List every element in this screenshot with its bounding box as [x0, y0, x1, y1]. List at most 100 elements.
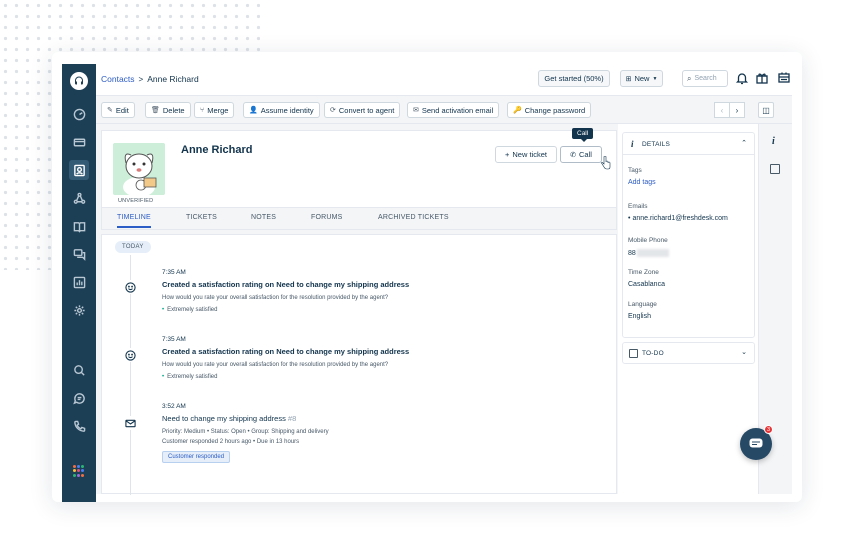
tickets-icon[interactable]: [69, 132, 89, 152]
previous-contact-button[interactable]: ‹: [714, 102, 730, 118]
breadcrumb-contacts-link[interactable]: Contacts: [101, 74, 135, 84]
tags-field: Tags Add tags: [628, 167, 656, 186]
delete-label: Delete: [162, 105, 185, 115]
details-header[interactable]: i DETAILS ⌃: [623, 133, 754, 155]
action-bar: ✎ Edit 🗑 Delete ⑂ Merge 👤 Assume identity ⟳ C…: [96, 96, 792, 124]
dashboard-icon[interactable]: [69, 104, 89, 124]
timeline-date-badge: TODAY: [115, 241, 151, 253]
chevron-up-icon: ⌃: [741, 140, 747, 147]
event-answer: • Extremely satisfied: [162, 374, 218, 380]
contact-avatar: [113, 143, 165, 195]
freshdesk-logo-icon[interactable]: [70, 72, 88, 90]
search-placeholder: Search: [694, 75, 717, 82]
new-label: New: [634, 74, 650, 83]
tab-tickets[interactable]: TICKETS: [186, 214, 217, 221]
event-title[interactable]: Created a satisfaction rating on Need to…: [162, 347, 602, 356]
breadcrumb-current: Anne Richard: [147, 74, 199, 84]
contact-main-area: UNVERIFIED Anne Richard + New ticket ✆ Cal…: [96, 124, 618, 495]
info-icon: i: [631, 139, 634, 149]
gift-icon[interactable]: [755, 71, 769, 85]
merge-button[interactable]: ⑂ Merge: [194, 102, 235, 118]
contacts-icon[interactable]: [69, 160, 89, 180]
event-answer-text: Extremely satisfied: [167, 374, 218, 380]
tab-timeline[interactable]: TIMELINE: [117, 214, 151, 228]
key-icon: 🔑: [513, 107, 522, 114]
forums-icon[interactable]: [69, 244, 89, 264]
user-icon: 👤: [249, 107, 258, 114]
admin-icon[interactable]: [69, 300, 89, 320]
new-button[interactable]: ⊞ New ▼: [620, 70, 663, 87]
merge-icon: ⑂: [200, 106, 205, 114]
edit-label: Edit: [115, 105, 129, 115]
social-icon[interactable]: [69, 188, 89, 208]
add-tags-link[interactable]: Add tags: [628, 179, 656, 186]
plus-icon: +: [505, 150, 510, 159]
call-tooltip: Call: [572, 128, 594, 142]
tab-archived-tickets[interactable]: ARCHIVED TICKETS: [378, 214, 449, 221]
ticket-title[interactable]: Need to change my shipping address #8: [162, 414, 602, 423]
language-value: English: [628, 313, 651, 320]
timeline-event: 7:35 AM Created a satisfaction rating on…: [162, 336, 602, 380]
ticket-title-text: Need to change my shipping address: [162, 414, 286, 423]
mail-icon: ✉: [413, 107, 419, 114]
call-label: Call: [578, 150, 592, 159]
contact-header-card: UNVERIFIED Anne Richard + New ticket ✆ Cal…: [101, 130, 617, 230]
panel-toggle-button[interactable]: ◫: [758, 102, 774, 118]
mobile-value: 88: [628, 249, 669, 257]
event-title[interactable]: Created a satisfaction rating on Need to…: [162, 280, 602, 289]
reports-icon[interactable]: [69, 272, 89, 292]
send-activation-email-button[interactable]: ✉ Send activation email: [407, 102, 500, 118]
call-button[interactable]: ✆ Call: [560, 146, 602, 163]
event-answer: • Extremely satisfied: [162, 307, 218, 313]
event-question: How would you rate your overall satisfac…: [162, 295, 389, 301]
assume-identity-label: Assume identity: [260, 105, 314, 115]
status-badge: Customer responded: [162, 451, 231, 463]
chat-icon[interactable]: [69, 388, 89, 408]
mobile-label: Mobile Phone: [628, 237, 668, 244]
phone-icon[interactable]: [69, 416, 89, 436]
breadcrumb-separator: >: [138, 75, 144, 84]
verification-status: UNVERIFIED: [118, 198, 154, 204]
envelope-icon: [123, 416, 137, 430]
plus-square-icon: ⊞: [625, 75, 632, 83]
solutions-icon[interactable]: [69, 216, 89, 236]
todo-panel[interactable]: TO-DO ⌄: [622, 342, 755, 364]
app-window: Contacts > Anne Richard Get started (50%) …: [52, 52, 802, 502]
contact-name: Anne Richard: [181, 144, 253, 156]
freshcaller-icon[interactable]: [69, 360, 89, 380]
new-ticket-button[interactable]: + New ticket: [495, 146, 557, 163]
phone-icon: ✆: [570, 151, 576, 159]
chevron-down-icon: ⌄: [741, 349, 747, 356]
smiley-icon: [123, 280, 137, 294]
event-time: 3:52 AM: [162, 403, 186, 410]
delete-button[interactable]: 🗑 Delete: [145, 102, 191, 118]
timezone-value: Casablanca: [628, 281, 665, 288]
smiley-icon: [123, 348, 137, 362]
next-contact-button[interactable]: ›: [729, 102, 745, 118]
assume-identity-button[interactable]: 👤 Assume identity: [243, 102, 320, 118]
mobile-field: Mobile Phone 88: [628, 237, 669, 257]
email-text: anne.richard1@freshdesk.com: [632, 215, 728, 222]
notifications-bell-icon[interactable]: [735, 71, 749, 85]
ticket-sla: Customer responded 2 hours ago • Due in …: [162, 439, 300, 445]
timeline-event: 7:35 AM Created a satisfaction rating on…: [162, 269, 602, 313]
email-value: • anne.richard1@freshdesk.com: [628, 215, 728, 222]
convert-to-agent-button[interactable]: ⟳ Convert to agent: [324, 102, 401, 118]
sidebar: [62, 64, 96, 502]
event-question: How would you rate your overall satisfac…: [162, 362, 389, 368]
apps-grid-icon[interactable]: [73, 465, 85, 477]
calendar-icon[interactable]: [770, 164, 780, 174]
get-started-button[interactable]: Get started (50%): [538, 70, 610, 87]
search-input[interactable]: ⌕ Search: [682, 70, 728, 87]
trash-icon: 🗑: [151, 107, 160, 114]
event-answer-text: Extremely satisfied: [167, 307, 218, 313]
edit-button[interactable]: ✎ Edit: [101, 102, 135, 118]
chat-bubble-icon: [749, 438, 763, 448]
info-icon[interactable]: i: [772, 136, 775, 147]
timeline-ticket-event: 3:52 AM Need to change my shipping addre…: [162, 403, 602, 463]
widget-store-icon[interactable]: [777, 71, 791, 85]
tab-notes[interactable]: NOTES: [251, 214, 276, 221]
ticket-number: #8: [287, 414, 297, 423]
tab-forums[interactable]: FORUMS: [311, 214, 343, 221]
change-password-button[interactable]: 🔑 Change password: [507, 102, 592, 118]
